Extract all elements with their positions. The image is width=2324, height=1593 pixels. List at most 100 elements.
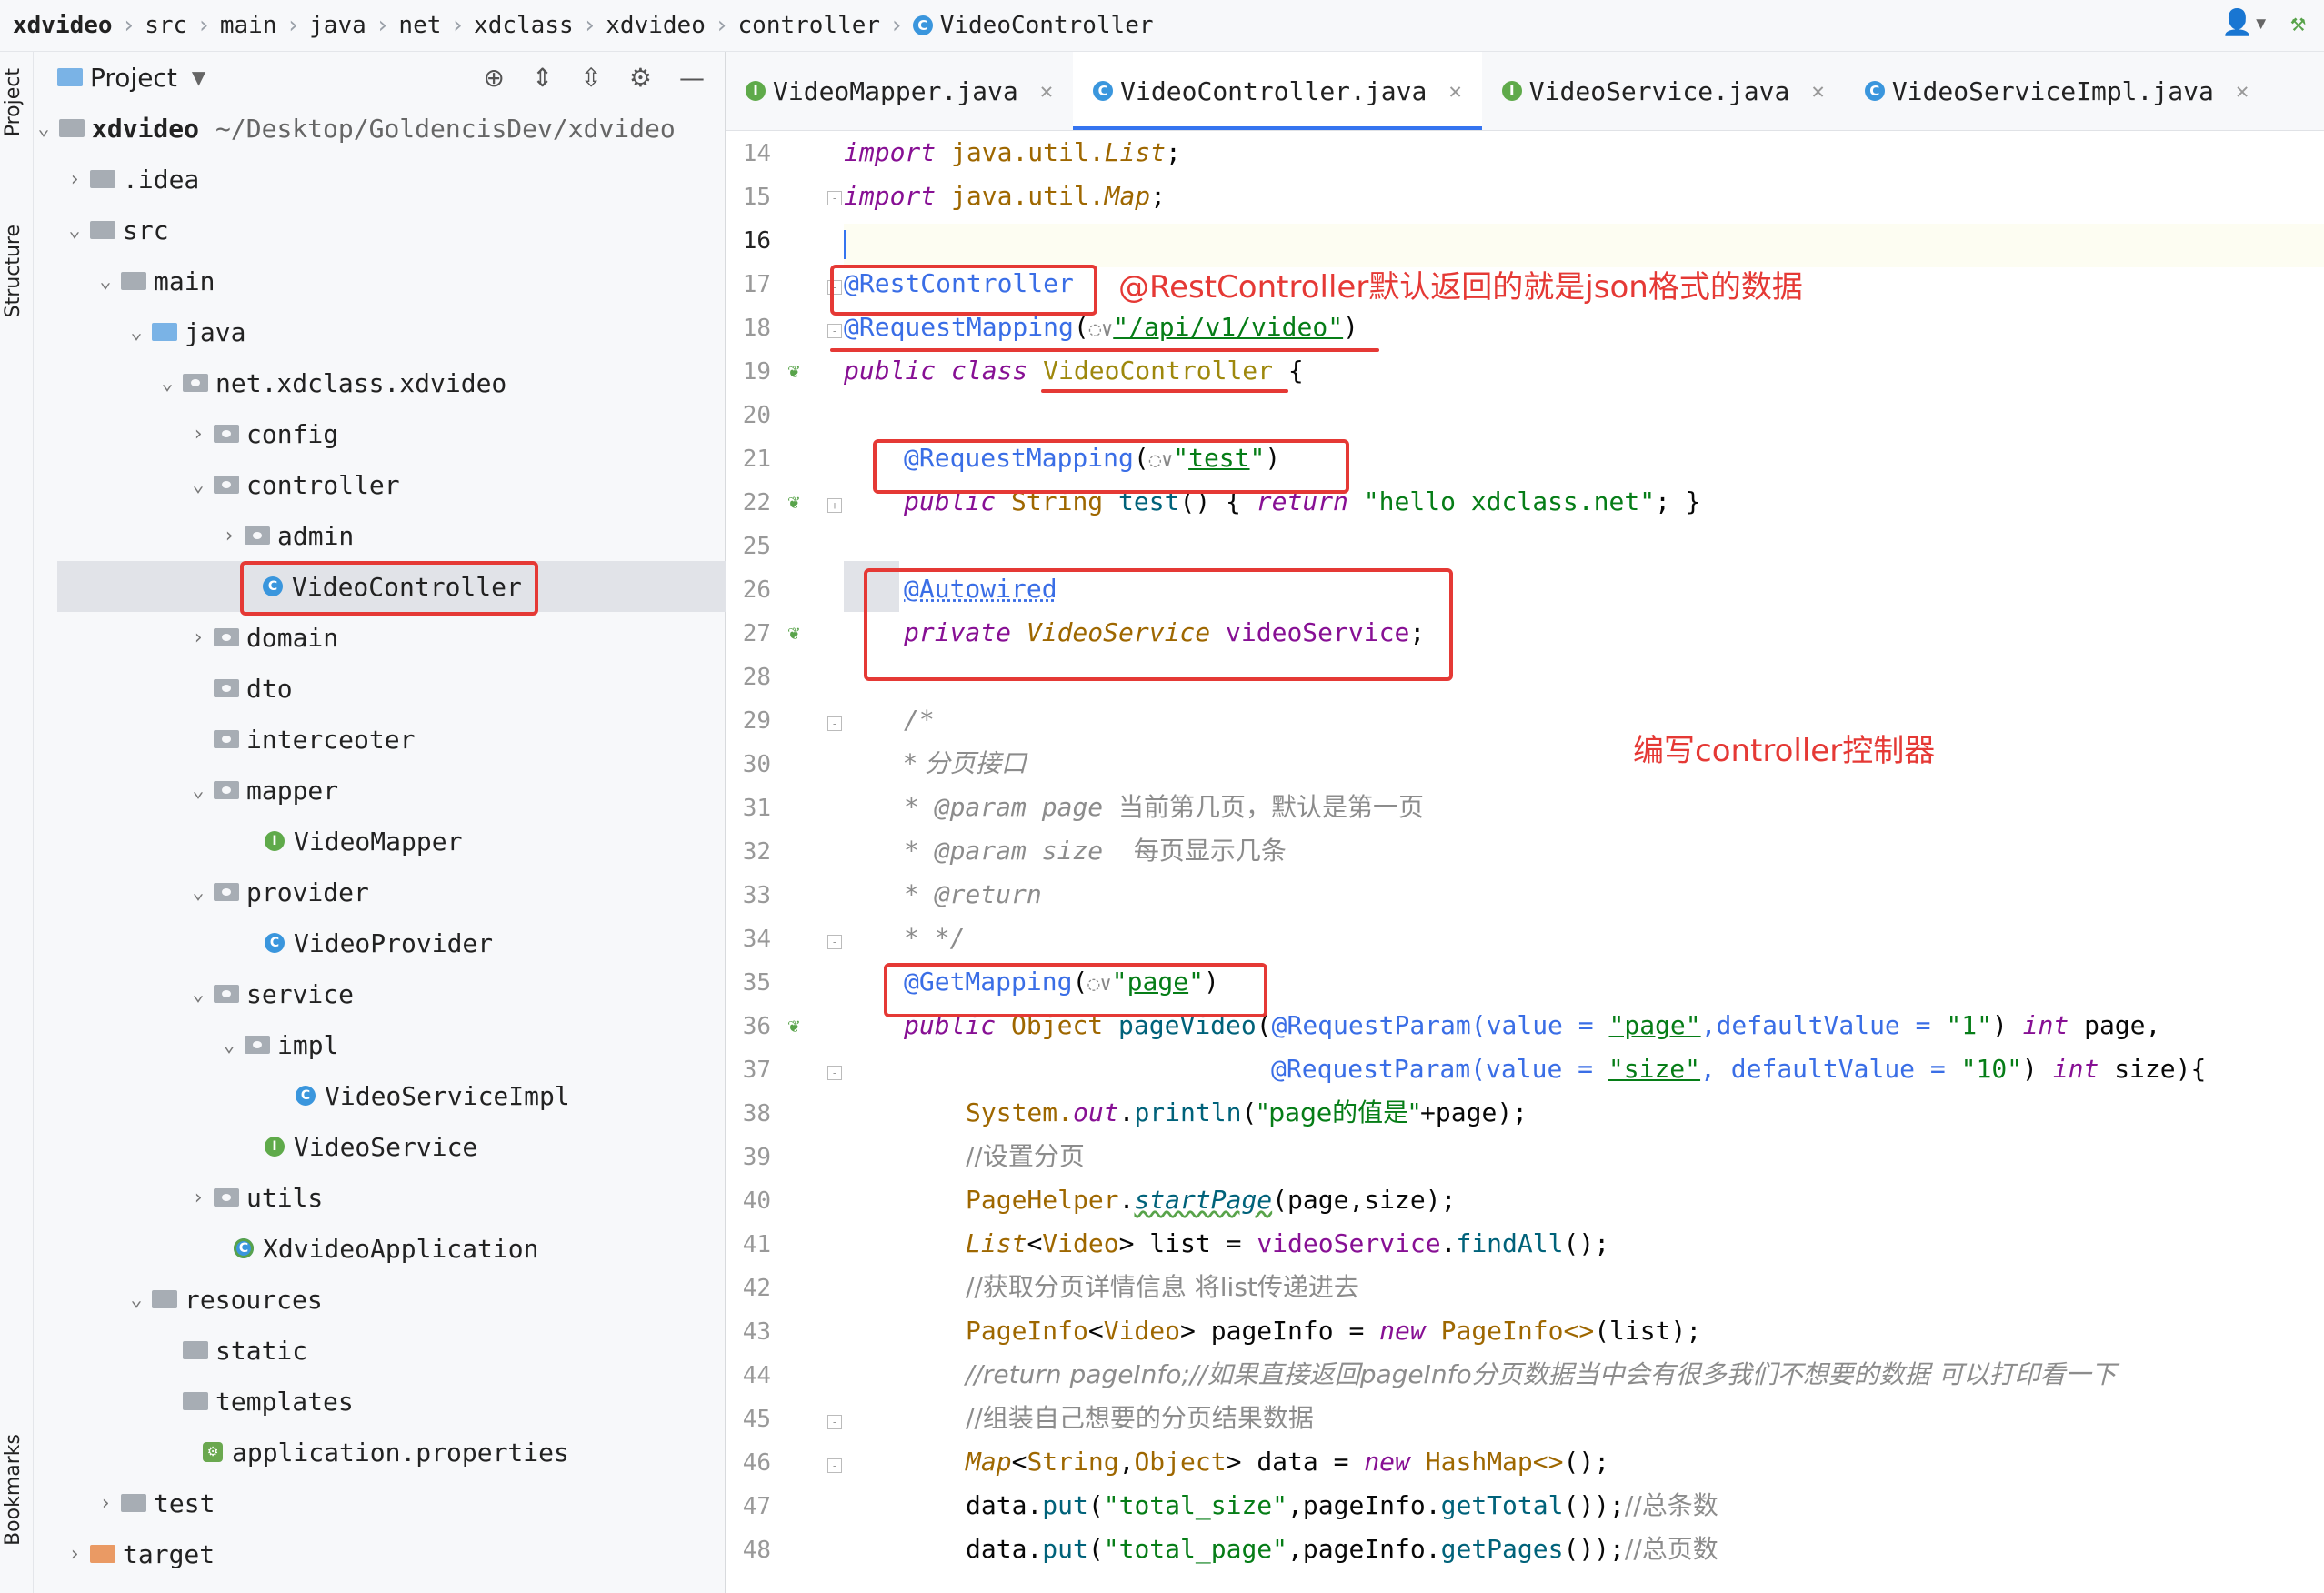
expand-all-icon[interactable]: ⇕ — [532, 63, 553, 93]
breadcrumb-label[interactable]: xdclass — [474, 12, 574, 39]
chevron-right-icon: › — [714, 12, 729, 39]
tab-videoserviceimpl[interactable]: C VideoServiceImpl.java ✕ — [1845, 52, 2269, 130]
tree-item-test[interactable]: › test — [34, 1478, 786, 1528]
resources-folder-icon — [152, 1290, 177, 1308]
fold-marker-icon[interactable]: - — [827, 1066, 842, 1080]
breadcrumb-item[interactable]: › xdvideo — [574, 12, 706, 39]
chevron-right-icon[interactable]: › — [188, 423, 208, 446]
spring-mapping-icon[interactable]: ❦ — [782, 491, 806, 515]
interface-icon: I — [1501, 81, 1522, 101]
line-number: 39 — [742, 1144, 771, 1171]
package-icon — [214, 781, 239, 799]
chevron-down-icon[interactable]: ⌄ — [126, 321, 146, 344]
breadcrumb-item[interactable]: › net — [366, 12, 442, 39]
line-number: 48 — [742, 1537, 771, 1564]
chevron-down-icon[interactable]: ⌄ — [126, 1288, 146, 1311]
folder-icon — [90, 170, 115, 188]
chevron-down-icon[interactable]: ▼ — [192, 66, 205, 88]
chevron-right-icon[interactable]: › — [95, 1492, 115, 1515]
breadcrumb: xdvideo › src › main › java › net › xdclass ›… — [0, 12, 1154, 39]
tab-videoservice[interactable]: I VideoService.java ✕ — [1482, 52, 1845, 130]
line-number: 14 — [742, 140, 771, 167]
chevron-down-icon[interactable]: ⌄ — [34, 117, 54, 140]
locate-icon[interactable]: ⊕ — [483, 63, 504, 93]
fold-marker-icon[interactable]: + — [827, 498, 842, 513]
fold-marker-icon[interactable]: - — [827, 191, 842, 205]
package-icon — [214, 476, 239, 494]
close-icon[interactable]: ✕ — [2236, 78, 2249, 104]
gear-icon[interactable]: ⚙ — [629, 63, 652, 93]
chevron-right-icon[interactable]: › — [65, 1543, 85, 1566]
breadcrumb-item[interactable]: xdvideo — [13, 12, 113, 39]
fold-marker-icon[interactable]: - — [827, 1458, 842, 1473]
chevron-down-icon[interactable]: ⌄ — [188, 474, 208, 496]
close-icon[interactable]: ✕ — [1040, 78, 1053, 104]
tree-item-resources[interactable]: ⌄ resources — [34, 1274, 817, 1325]
tab-videomapper[interactable]: I VideoMapper.java ✕ — [726, 52, 1073, 130]
chevron-right-icon[interactable]: › — [219, 525, 239, 547]
fold-marker-icon[interactable]: - — [827, 935, 842, 949]
breadcrumb-item[interactable]: › java — [276, 12, 366, 39]
tree-item-label: mapper — [246, 775, 339, 806]
tree-item-idea[interactable]: › .idea — [34, 154, 756, 205]
breadcrumb-label[interactable]: java — [309, 12, 366, 39]
chevron-down-icon[interactable]: ⌄ — [65, 219, 85, 242]
chevron-down-icon[interactable]: ⌄ — [219, 1034, 239, 1057]
minimize-icon[interactable]: — — [679, 63, 705, 93]
tree-item-java[interactable]: ⌄ java — [34, 306, 817, 357]
fold-marker-icon[interactable]: - — [827, 324, 842, 338]
breadcrumb-item[interactable]: › xdclass — [441, 12, 573, 39]
breadcrumb-label[interactable]: xdvideo — [13, 12, 113, 39]
build-hammer-icon[interactable]: ⚒ — [2290, 7, 2306, 37]
breadcrumb-item[interactable]: › controller — [706, 12, 880, 39]
close-icon[interactable]: ✕ — [1811, 78, 1824, 104]
chevron-down-icon[interactable]: ⌄ — [157, 372, 177, 395]
tree-item-xdvideo[interactable]: ⌄ xdvideo ~/Desktop/GoldencisDev/xdvideo — [34, 103, 725, 154]
chevron-right-icon: › — [121, 12, 136, 39]
tab-videocontroller[interactable]: C VideoController.java ✕ — [1073, 52, 1482, 130]
line-number: 26 — [742, 576, 771, 604]
chevron-down-icon[interactable]: ⌄ — [188, 983, 208, 1006]
chevron-down-icon[interactable]: ⌄ — [95, 270, 115, 293]
tree-item-main[interactable]: ⌄ main — [34, 255, 786, 306]
project-tool-button[interactable]: Project — [2, 68, 25, 136]
breadcrumb-label[interactable]: xdvideo — [606, 12, 706, 39]
spring-bean-icon[interactable]: ❦ — [782, 360, 806, 384]
project-panel: Project ▼ ⊕ ⇕ ⇳ ⚙ — ⌄ xdvideo ~/Desktop/Go… — [34, 52, 899, 1593]
breadcrumb-label[interactable]: controller — [738, 12, 881, 39]
chevron-right-icon[interactable]: › — [188, 1187, 208, 1209]
bookmarks-tool-button[interactable]: Bookmarks — [2, 1434, 25, 1546]
tree-item-label: controller — [246, 469, 400, 500]
chevron-right-icon: › — [196, 12, 211, 39]
breadcrumb-item[interactable]: › src — [113, 12, 188, 39]
chevron-right-icon[interactable]: › — [65, 168, 85, 191]
close-icon[interactable]: ✕ — [1448, 78, 1461, 104]
tab-label: VideoServiceImpl.java — [1891, 75, 2214, 106]
breadcrumb-label[interactable]: VideoController — [940, 12, 1154, 39]
chevron-down-icon[interactable]: ⌄ — [188, 881, 208, 904]
chevron-down-icon[interactable]: ⌄ — [188, 779, 208, 802]
tree-item-target[interactable]: › target — [34, 1528, 756, 1579]
collapse-all-icon[interactable]: ⇳ — [580, 63, 601, 93]
spring-mapping-icon[interactable]: ❦ — [782, 1015, 806, 1038]
class-icon: C — [1864, 81, 1885, 101]
breadcrumb-item[interactable]: › C VideoController — [880, 12, 1153, 39]
excluded-folder-icon — [90, 1545, 115, 1563]
tool-window-stripe: Project Structure Bookmarks — [0, 52, 34, 1593]
user-icon[interactable]: 👤▾ — [2221, 7, 2269, 37]
code-line-46: Map<String,Object> data = new HashMap<>(… — [966, 1447, 1610, 1477]
chevron-right-icon[interactable]: › — [188, 626, 208, 649]
breadcrumb-item[interactable]: › main — [187, 12, 276, 39]
tree-item-src[interactable]: ⌄ src — [34, 205, 756, 255]
code-line-45: //组装自己想要的分页结果数据 — [966, 1403, 1314, 1433]
project-panel-title[interactable]: Project — [90, 63, 177, 93]
breadcrumb-label[interactable]: src — [145, 12, 187, 39]
breadcrumb-label[interactable]: net — [398, 12, 441, 39]
structure-tool-button[interactable]: Structure — [2, 225, 25, 317]
fold-marker-icon[interactable]: - — [827, 716, 842, 731]
breadcrumb-label[interactable]: main — [220, 12, 277, 39]
spring-autowire-icon[interactable]: ❦ — [782, 622, 806, 646]
code-line-42: //获取分页详情信息 将list传递进去 — [966, 1272, 1359, 1302]
fold-marker-icon[interactable]: - — [827, 1415, 842, 1429]
tree-item-label: src — [123, 215, 169, 245]
